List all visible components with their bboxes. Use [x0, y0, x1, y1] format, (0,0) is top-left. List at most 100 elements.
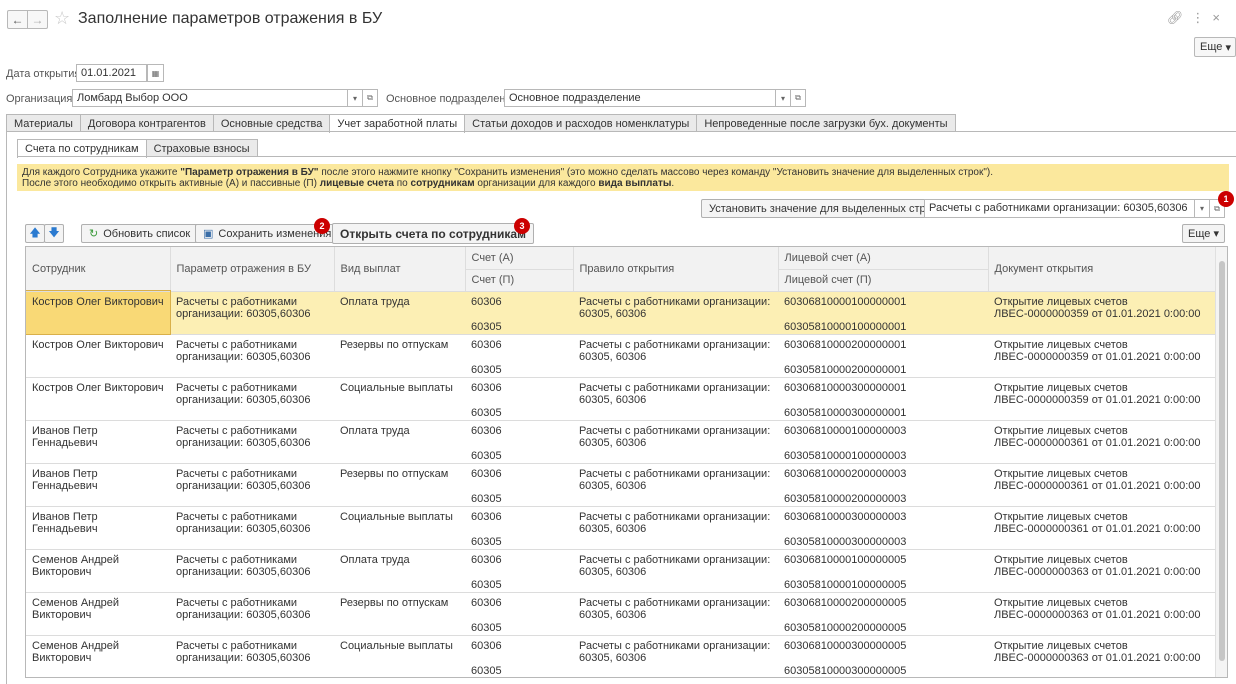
- cell-param[interactable]: Расчеты с работниками организации: 60305…: [170, 463, 334, 507]
- cell-personal-accounts[interactable]: 60306810000100000005 60305810000100000005: [778, 549, 988, 593]
- tab-unposted-docs[interactable]: Непроведенные после загрузки бух. докуме…: [696, 114, 956, 132]
- col-pacc-p[interactable]: Лицевой счет (П): [778, 269, 989, 292]
- form-more-button[interactable]: Еще ▾: [1194, 37, 1236, 57]
- cell-accounts[interactable]: 60306 60305: [465, 291, 573, 335]
- close-icon[interactable]: ×: [1212, 10, 1228, 25]
- cell-kind[interactable]: Оплата труда: [334, 549, 465, 593]
- cell-employee[interactable]: Семенов Андрей Викторович: [26, 549, 170, 593]
- cell-employee[interactable]: Костров Олег Викторович: [26, 334, 170, 378]
- tab-insurance[interactable]: Страховые взносы: [145, 139, 258, 157]
- cell-rule[interactable]: Расчеты с работниками организации: 60305…: [573, 506, 778, 550]
- cell-accounts[interactable]: 60306 60305: [465, 635, 573, 677]
- cell-doc[interactable]: Открытие лицевых счетов ЛВЕС-0000000361 …: [988, 420, 1216, 464]
- cell-rule[interactable]: Расчеты с работниками организации: 60305…: [573, 334, 778, 378]
- col-acc-a[interactable]: Счет (А): [465, 247, 574, 270]
- table-row[interactable]: Иванов Петр Геннадьевич Расчеты с работни…: [26, 420, 1216, 464]
- cell-accounts[interactable]: 60306 60305: [465, 549, 573, 593]
- cell-rule[interactable]: Расчеты с работниками организации: 60305…: [573, 377, 778, 421]
- col-doc[interactable]: Документ открытия: [988, 247, 1217, 292]
- move-up-button[interactable]: 🡅: [25, 224, 45, 243]
- col-param[interactable]: Параметр отражения в БУ: [170, 247, 335, 292]
- table-row[interactable]: Семенов Андрей Викторович Расчеты с работ…: [26, 635, 1216, 677]
- cell-personal-accounts[interactable]: 60306810000300000001 60305810000300000001: [778, 377, 988, 421]
- department-open-button[interactable]: ⧉: [791, 89, 806, 107]
- doc-link[interactable]: Открытие лицевых счетов ЛВЕС-0000000361 …: [994, 425, 1201, 449]
- col-acc-p[interactable]: Счет (П): [465, 269, 574, 292]
- cell-kind[interactable]: Социальные выплаты: [334, 377, 465, 421]
- cell-doc[interactable]: Открытие лицевых счетов ЛВЕС-0000000363 …: [988, 635, 1216, 677]
- table-row[interactable]: Костров Олег Викторович Расчеты с работни…: [26, 334, 1216, 378]
- cell-accounts[interactable]: 60306 60305: [465, 420, 573, 464]
- cell-employee[interactable]: Иванов Петр Геннадьевич: [26, 506, 170, 550]
- cell-personal-accounts[interactable]: 60306810000200000001 60305810000200000001: [778, 334, 988, 378]
- doc-link[interactable]: Открытие лицевых счетов ЛВЕС-0000000363 …: [994, 554, 1201, 578]
- cell-doc[interactable]: Открытие лицевых счетов ЛВЕС-0000000363 …: [988, 549, 1216, 593]
- cell-doc[interactable]: Открытие лицевых счетов ЛВЕС-0000000361 …: [988, 463, 1216, 507]
- cell-kind[interactable]: Оплата труда: [334, 291, 465, 335]
- cell-rule[interactable]: Расчеты с работниками организации: 60305…: [573, 420, 778, 464]
- cell-param[interactable]: Расчеты с работниками организации: 60305…: [170, 549, 334, 593]
- cell-kind[interactable]: Резервы по отпускам: [334, 592, 465, 636]
- table-row[interactable]: Иванов Петр Геннадьевич Расчеты с работни…: [26, 463, 1216, 507]
- organization-dropdown-button[interactable]: ▾: [348, 89, 363, 107]
- link-icon[interactable]: 🔗︎: [1167, 10, 1192, 25]
- forward-button[interactable]: →: [27, 10, 48, 29]
- doc-link[interactable]: Открытие лицевых счетов ЛВЕС-0000000359 …: [994, 382, 1201, 406]
- doc-link[interactable]: Открытие лицевых счетов ЛВЕС-0000000359 …: [994, 339, 1201, 363]
- department-dropdown-button[interactable]: ▾: [776, 89, 791, 107]
- cell-personal-accounts[interactable]: 60306810000100000003 60305810000100000003: [778, 420, 988, 464]
- cell-personal-accounts[interactable]: 60306810000100000001 60305810000100000001: [778, 291, 988, 335]
- cell-kind[interactable]: Резервы по отпускам: [334, 463, 465, 507]
- doc-link[interactable]: Открытие лицевых счетов ЛВЕС-0000000363 …: [994, 640, 1201, 664]
- calendar-button[interactable]: ▦: [147, 64, 164, 82]
- col-kind[interactable]: Вид выплат: [334, 247, 466, 292]
- tab-income-expense[interactable]: Статьи доходов и расходов номенклатуры: [464, 114, 698, 132]
- date-field[interactable]: 01.01.2021: [76, 64, 147, 82]
- cell-param[interactable]: Расчеты с работниками организации: 60305…: [170, 420, 334, 464]
- cell-accounts[interactable]: 60306 60305: [465, 334, 573, 378]
- tab-materials[interactable]: Материалы: [6, 114, 81, 132]
- set-value-button[interactable]: Установить значение для выделенных строк: [701, 199, 945, 218]
- cell-kind[interactable]: Резервы по отпускам: [334, 334, 465, 378]
- cell-rule[interactable]: Расчеты с работниками организации: 60305…: [573, 291, 778, 335]
- menu-dots-icon[interactable]: ⋮: [1191, 10, 1212, 25]
- cell-accounts[interactable]: 60306 60305: [465, 377, 573, 421]
- doc-link[interactable]: Открытие лицевых счетов ЛВЕС-0000000361 …: [994, 511, 1201, 535]
- cell-param[interactable]: Расчеты с работниками организации: 60305…: [170, 291, 334, 335]
- refresh-list-button[interactable]: ↻ Обновить список: [81, 224, 199, 243]
- cell-employee[interactable]: Костров Олег Викторович: [26, 290, 171, 335]
- cell-personal-accounts[interactable]: 60306810000200000005 60305810000200000005: [778, 592, 988, 636]
- cell-personal-accounts[interactable]: 60306810000300000003 60305810000300000003: [778, 506, 988, 550]
- tab-fixed-assets[interactable]: Основные средства: [212, 114, 331, 132]
- table-row[interactable]: Семенов Андрей Викторович Расчеты с работ…: [26, 549, 1216, 593]
- cell-personal-accounts[interactable]: 60306810000300000005 60305810000300000005: [778, 635, 988, 677]
- tab-contracts[interactable]: Договора контрагентов: [79, 114, 214, 132]
- move-down-button[interactable]: 🡇: [44, 224, 64, 243]
- cell-accounts[interactable]: 60306 60305: [465, 592, 573, 636]
- cell-personal-accounts[interactable]: 60306810000200000003 60305810000200000003: [778, 463, 988, 507]
- cell-doc[interactable]: Открытие лицевых счетов ЛВЕС-0000000359 …: [988, 334, 1216, 378]
- scroll-thumb[interactable]: [1219, 261, 1225, 661]
- col-pacc-a[interactable]: Лицевой счет (А): [778, 247, 989, 270]
- cell-kind[interactable]: Оплата труда: [334, 420, 465, 464]
- cell-doc[interactable]: Открытие лицевых счетов ЛВЕС-0000000359 …: [988, 291, 1216, 335]
- cell-employee[interactable]: Иванов Петр Геннадьевич: [26, 420, 170, 464]
- cell-doc[interactable]: Открытие лицевых счетов ЛВЕС-0000000361 …: [988, 506, 1216, 550]
- cell-param[interactable]: Расчеты с работниками организации: 60305…: [170, 334, 334, 378]
- employees-table[interactable]: Сотрудник Параметр отражения в БУ Вид вы…: [25, 246, 1228, 678]
- cell-employee[interactable]: Костров Олег Викторович: [26, 377, 170, 421]
- cell-rule[interactable]: Расчеты с работниками организации: 60305…: [573, 463, 778, 507]
- vertical-scrollbar[interactable]: [1215, 247, 1227, 677]
- col-rule[interactable]: Правило открытия: [573, 247, 779, 292]
- table-row[interactable]: Костров Олег Викторович Расчеты с работни…: [26, 377, 1216, 421]
- doc-link[interactable]: Открытие лицевых счетов ЛВЕС-0000000363 …: [994, 597, 1201, 621]
- cell-rule[interactable]: Расчеты с работниками организации: 60305…: [573, 592, 778, 636]
- department-field[interactable]: Основное подразделение: [504, 89, 776, 107]
- cell-param[interactable]: Расчеты с работниками организации: 60305…: [170, 506, 334, 550]
- cell-rule[interactable]: Расчеты с работниками организации: 60305…: [573, 635, 778, 677]
- cell-employee[interactable]: Семенов Андрей Викторович: [26, 635, 170, 677]
- table-row[interactable]: Костров Олег Викторович Расчеты с работни…: [26, 290, 1216, 335]
- table-row[interactable]: Иванов Петр Геннадьевич Расчеты с работни…: [26, 506, 1216, 550]
- open-employee-accounts-button[interactable]: Открыть счета по сотрудникам: [332, 223, 534, 244]
- back-button[interactable]: ←: [7, 10, 28, 29]
